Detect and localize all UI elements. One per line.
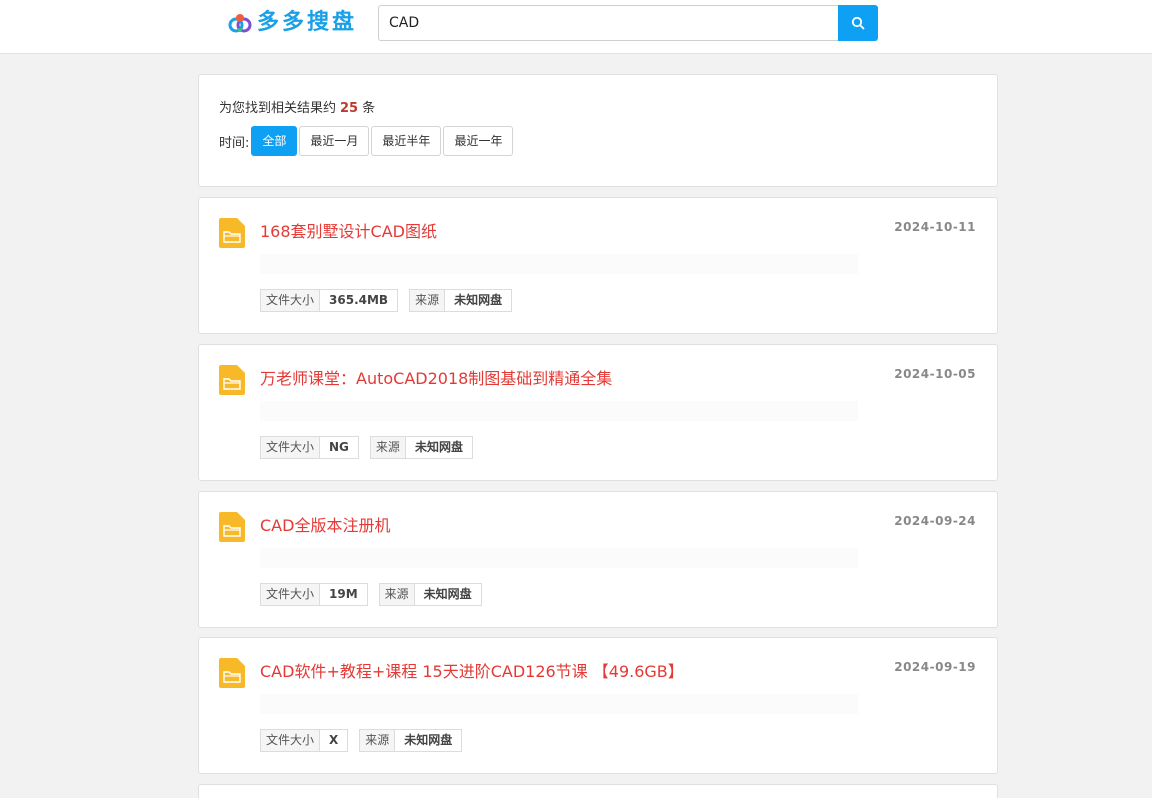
file-size-tag: 文件大小 X bbox=[260, 729, 349, 752]
folder-icon bbox=[219, 365, 245, 395]
result-tags: 文件大小 19M 来源 未知网盘 bbox=[260, 583, 493, 606]
result-date: 2024-10-05 bbox=[894, 367, 976, 381]
source-value: 未知网盘 bbox=[414, 440, 463, 454]
result-card: 万老师课堂：AutoCAD2018制图基础到精通全集 2024-10-05 文件… bbox=[198, 344, 998, 481]
file-size-value: 365.4MB bbox=[329, 293, 389, 307]
result-date: 2024-09-19 bbox=[894, 660, 976, 674]
source-tag: 来源 未知网盘 bbox=[359, 729, 463, 752]
filter-last-year-button[interactable]: 最近一年 bbox=[443, 126, 514, 156]
result-card-partial bbox=[198, 784, 998, 798]
time-filter-label: 时间: bbox=[219, 135, 250, 151]
result-description bbox=[260, 694, 858, 714]
folder-icon bbox=[219, 512, 245, 542]
file-size-label: 文件大小 bbox=[261, 730, 321, 751]
file-size-value: NG bbox=[329, 440, 349, 454]
file-size-value: 19M bbox=[329, 587, 358, 601]
result-date: 2024-10-11 bbox=[894, 220, 976, 234]
results-summary-card: 为您找到相关结果约 25 条 时间: 全部 最近一月 最近半年 最近一年 bbox=[198, 74, 998, 187]
result-tags: 文件大小 NG 来源 未知网盘 bbox=[260, 436, 484, 459]
source-tag: 来源 未知网盘 bbox=[378, 583, 482, 606]
source-label: 来源 bbox=[379, 584, 415, 605]
result-date: 2024-09-24 bbox=[894, 514, 976, 528]
site-logo[interactable]: 多多搜盘 bbox=[227, 9, 357, 37]
file-size-label: 文件大小 bbox=[261, 437, 321, 458]
source-label: 来源 bbox=[410, 290, 446, 311]
result-title-link[interactable]: 万老师课堂：AutoCAD2018制图基础到精通全集 bbox=[260, 365, 612, 389]
search-button[interactable] bbox=[838, 5, 878, 41]
logo-text: 多多搜盘 bbox=[257, 10, 358, 35]
source-value: 未知网盘 bbox=[423, 587, 472, 601]
result-card: CAD全版本注册机 2024-09-24 文件大小 19M 来源 未知网盘 bbox=[198, 491, 998, 628]
search-input[interactable] bbox=[378, 5, 839, 41]
filter-last-half-year-button[interactable]: 最近半年 bbox=[371, 126, 442, 156]
file-size-tag: 文件大小 19M bbox=[260, 583, 368, 606]
time-filter-row: 时间: 全部 最近一月 最近半年 最近一年 bbox=[219, 126, 515, 156]
result-title-link[interactable]: 168套别墅设计CAD图纸 bbox=[260, 218, 437, 242]
source-tag: 来源 未知网盘 bbox=[369, 436, 473, 459]
folder-icon bbox=[219, 218, 245, 248]
result-tags: 文件大小 365.4MB 来源 未知网盘 bbox=[260, 289, 523, 312]
file-size-label: 文件大小 bbox=[261, 290, 321, 311]
file-size-label: 文件大小 bbox=[261, 584, 321, 605]
filter-all-button[interactable]: 全部 bbox=[251, 126, 298, 156]
source-value: 未知网盘 bbox=[454, 293, 503, 307]
folder-icon bbox=[219, 658, 245, 688]
result-description bbox=[260, 254, 858, 274]
filter-last-month-button[interactable]: 最近一月 bbox=[299, 126, 370, 156]
result-card: CAD软件+教程+课程 15天进阶CAD126节课 【49.6GB】 2024-… bbox=[198, 637, 998, 774]
file-size-tag: 文件大小 365.4MB bbox=[260, 289, 399, 312]
result-description bbox=[260, 401, 858, 421]
header-bar: 多多搜盘 bbox=[0, 0, 1152, 54]
logo-icon bbox=[228, 14, 252, 33]
result-count-prefix: 为您找到相关结果约 bbox=[219, 101, 337, 116]
result-count-line: 为您找到相关结果约 25 条 bbox=[219, 97, 375, 116]
result-tags: 文件大小 X 来源 未知网盘 bbox=[260, 729, 473, 752]
file-size-tag: 文件大小 NG bbox=[260, 436, 359, 459]
result-description bbox=[260, 548, 858, 568]
result-title-link[interactable]: CAD全版本注册机 bbox=[260, 512, 390, 536]
search-icon bbox=[851, 16, 865, 30]
result-count: 25 bbox=[340, 101, 359, 116]
file-size-value: X bbox=[329, 733, 339, 747]
result-card: 168套别墅设计CAD图纸 2024-10-11 文件大小 365.4MB 来源未… bbox=[198, 197, 998, 334]
result-count-suffix: 条 bbox=[362, 101, 376, 116]
source-value: 未知网盘 bbox=[404, 733, 453, 747]
source-label: 来源 bbox=[370, 437, 406, 458]
result-title-link[interactable]: CAD软件+教程+课程 15天进阶CAD126节课 【49.6GB】 bbox=[260, 658, 684, 682]
source-tag: 来源 未知网盘 bbox=[409, 289, 513, 312]
source-label: 来源 bbox=[360, 730, 396, 751]
